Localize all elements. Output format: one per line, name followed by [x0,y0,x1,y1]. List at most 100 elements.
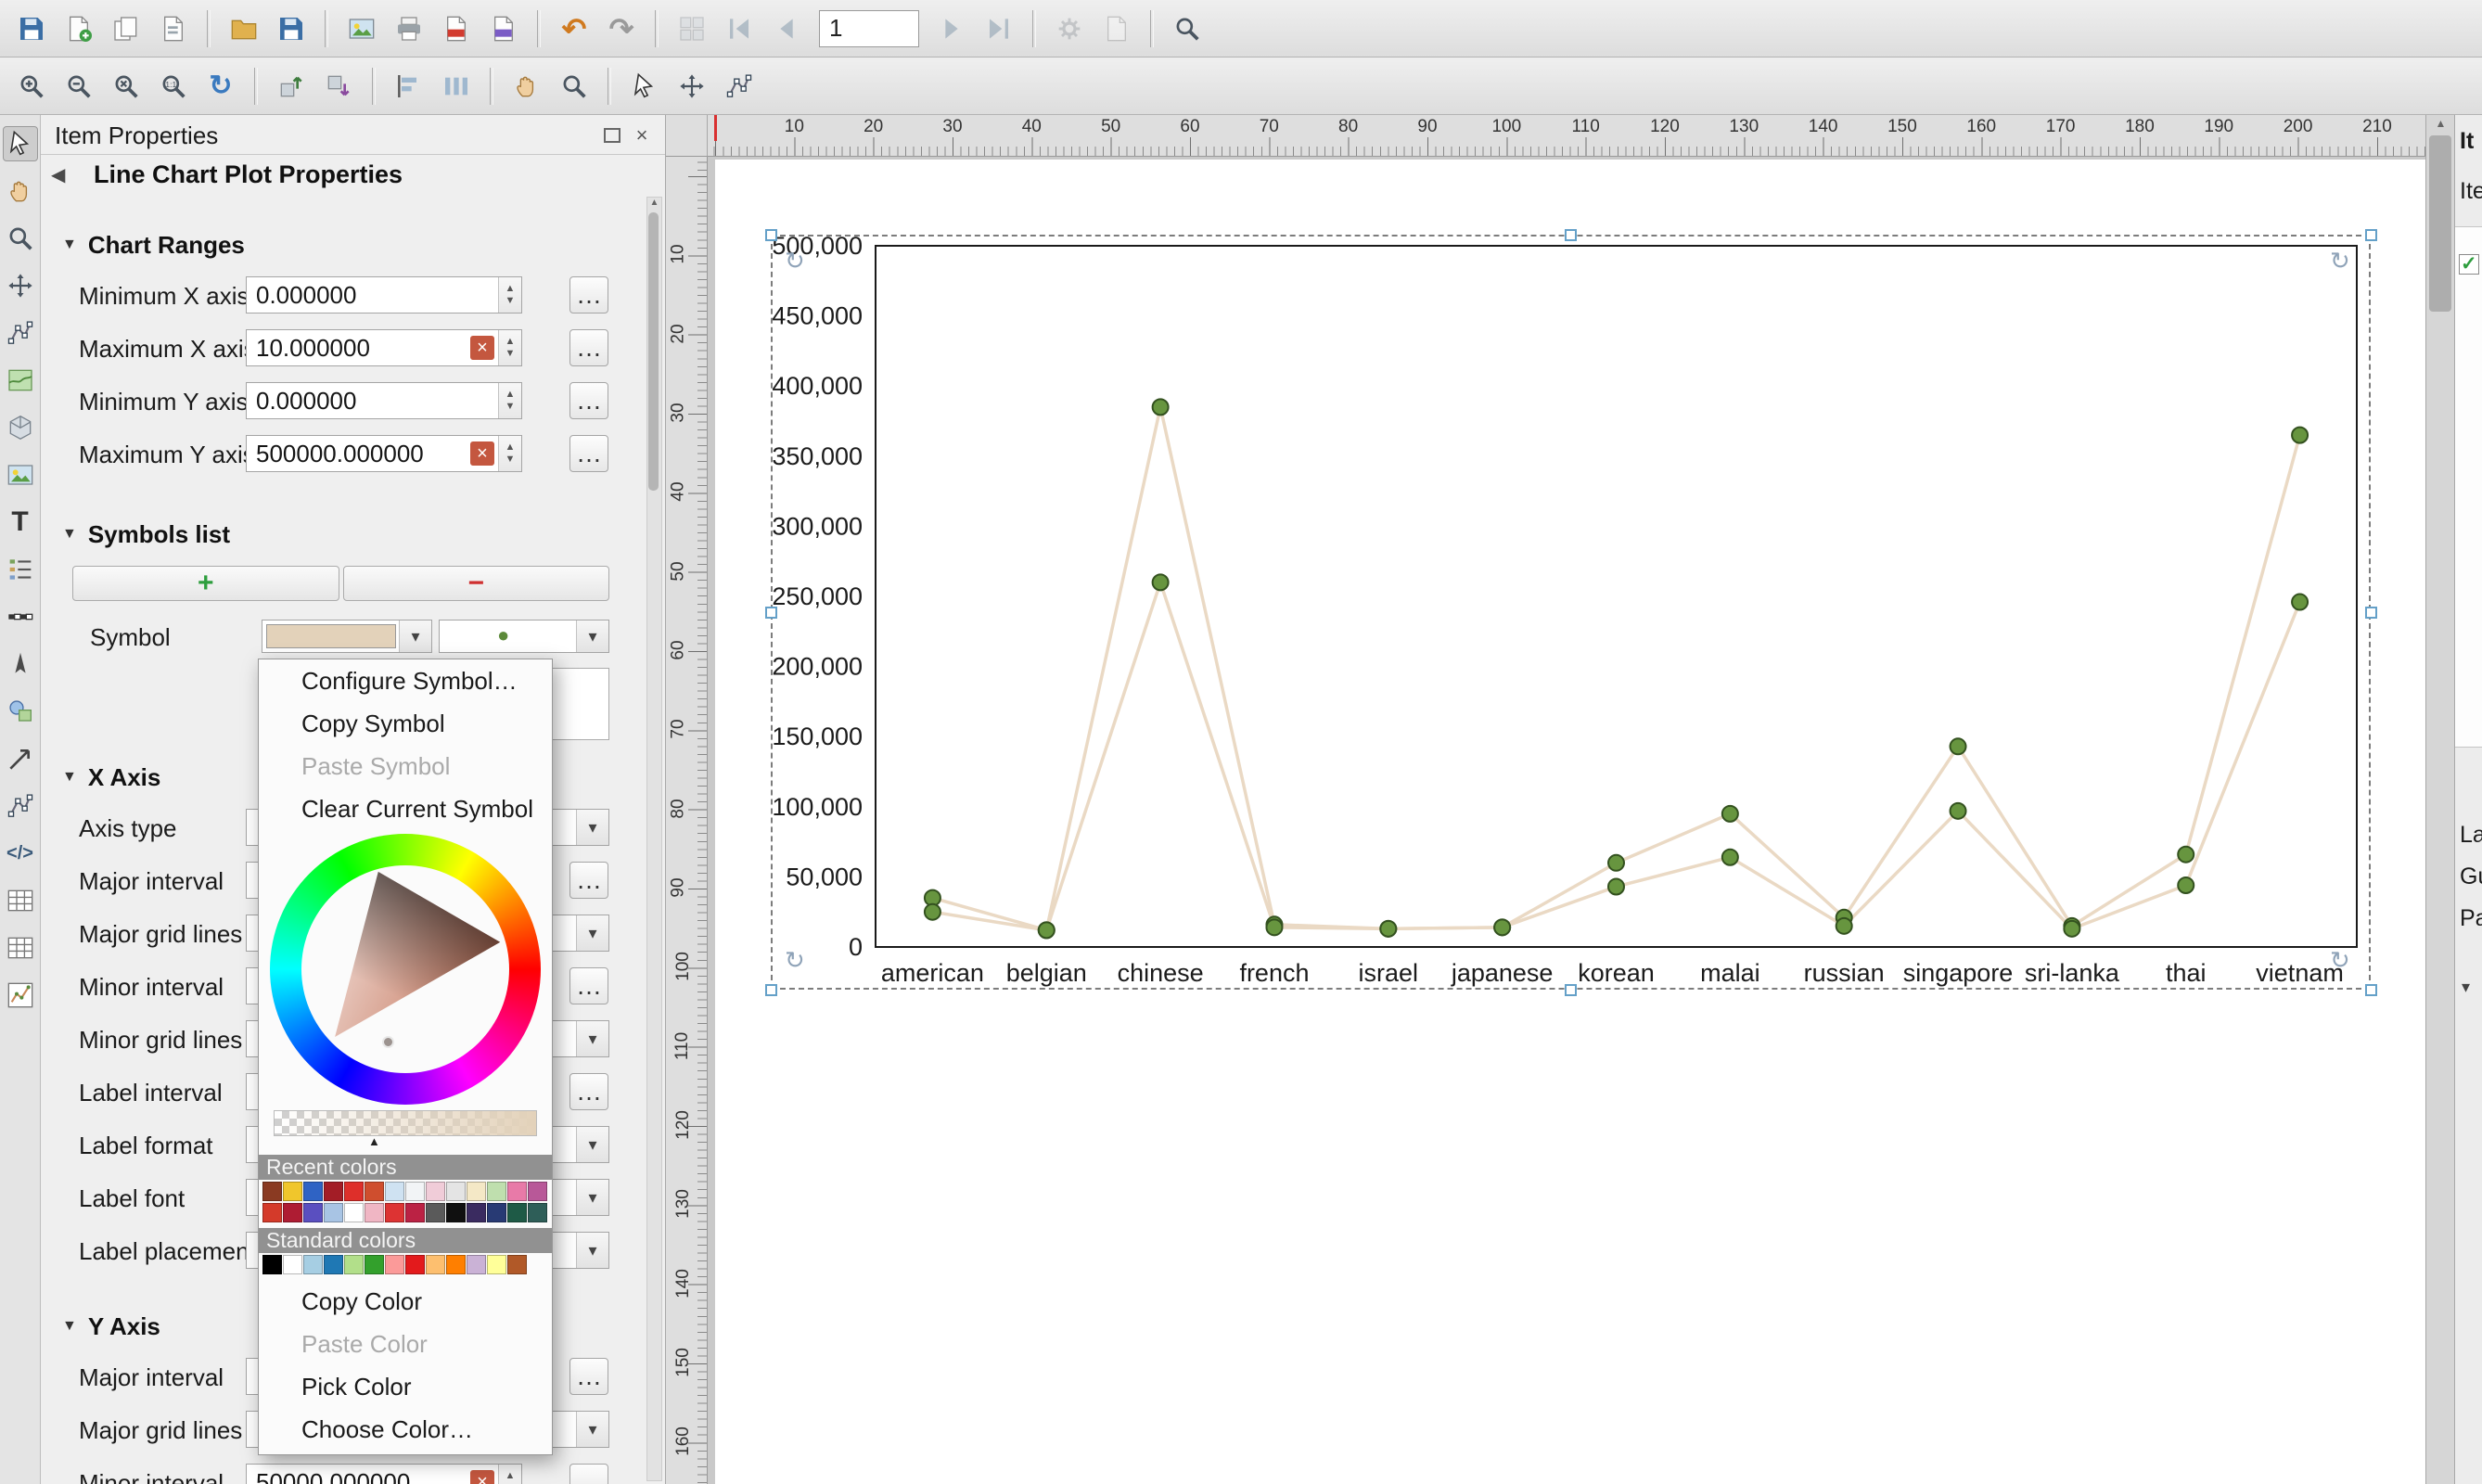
color-swatch[interactable] [303,1182,323,1201]
add-fixed-table-button[interactable] [3,930,38,966]
canvas-vertical-scrollbar[interactable]: ▲ [2425,115,2455,1484]
color-swatch[interactable] [344,1203,364,1222]
add-symbol-button[interactable]: + [72,566,339,601]
duplicate-layout-button[interactable] [104,6,148,51]
gradient-slider-marker[interactable]: ▲ [368,1136,552,1149]
clear-current-symbol-menu-item[interactable]: Clear Current Symbol [259,787,552,830]
color-swatch[interactable] [365,1182,384,1201]
color-swatch[interactable] [262,1203,282,1222]
color-swatch[interactable] [283,1203,302,1222]
stepper-arrows-icon[interactable]: ▲▼ [498,436,521,471]
undo-button[interactable]: ↶ [552,6,596,51]
selection-handle[interactable] [765,229,777,241]
data-defined-override-button[interactable]: … [569,1073,608,1110]
color-swatch[interactable] [365,1203,384,1222]
print-button[interactable] [387,6,431,51]
selection-handle[interactable] [2365,229,2377,241]
rotate-handle-icon[interactable]: ↻ [785,948,805,972]
select-move-item-button[interactable] [3,126,38,161]
maximum-x-axis-spinbox[interactable]: 10.000000×▲▼ [246,329,522,366]
data-defined-override-button[interactable]: … [569,1464,608,1484]
layout-manager-button[interactable] [151,6,196,51]
color-wheel[interactable] [270,834,541,1105]
clear-value-icon[interactable]: × [470,1470,494,1484]
atlas-settings-button[interactable] [1047,6,1092,51]
panel-scrollbar[interactable]: ▲ [646,197,662,1481]
data-defined-override-button[interactable]: … [569,329,608,366]
zoom-button[interactable] [552,64,596,109]
color-swatch[interactable] [303,1203,323,1222]
color-swatch[interactable] [467,1182,486,1201]
save-project-button[interactable] [9,6,54,51]
configure-symbol-menu-item[interactable]: Configure Symbol… [259,659,552,702]
align-items-button[interactable] [387,64,431,109]
item-selection-outline[interactable] [771,235,2371,990]
export-image-button[interactable] [339,6,384,51]
clear-value-icon[interactable]: × [470,336,494,360]
choose-color-menu-item[interactable]: Choose Color… [259,1408,552,1451]
symbol-marker-dropdown[interactable]: ●▾ [439,620,609,653]
data-defined-override-button[interactable]: … [569,1358,608,1395]
zoom-in-button[interactable] [9,64,54,109]
color-swatch[interactable] [385,1182,404,1201]
selection-handle[interactable] [2365,607,2377,619]
data-defined-override-button[interactable]: … [569,276,608,313]
selection-handle[interactable] [765,607,777,619]
minimum-x-axis-spinbox[interactable]: 0.000000▲▼ [246,276,522,313]
color-swatch[interactable] [426,1255,445,1274]
clear-value-icon[interactable]: × [470,441,494,466]
add-3d-map-button[interactable] [3,410,38,445]
color-swatch[interactable] [426,1182,445,1201]
color-swatch[interactable] [467,1255,486,1274]
selection-handle[interactable] [1565,984,1577,996]
add-plot-button[interactable] [3,978,38,1013]
close-panel-icon[interactable]: × [630,123,654,147]
selection-handle[interactable] [1565,229,1577,241]
selection-handle[interactable] [2365,984,2377,996]
refresh-button[interactable]: ↻ [198,64,243,109]
stepper-arrows-icon[interactable]: ▲▼ [498,1465,521,1484]
scrollbar-thumb[interactable] [2429,135,2451,312]
copy-color-menu-item[interactable]: Copy Color [259,1280,552,1323]
add-picture-button[interactable] [3,457,38,493]
pick-color-menu-item[interactable]: Pick Color [259,1365,552,1408]
move-item-content-button[interactable] [670,64,714,109]
lower-items-button[interactable] [316,64,361,109]
color-swatch[interactable] [507,1182,527,1201]
save-template-button[interactable] [269,6,313,51]
add-arrow-button[interactable] [3,741,38,776]
color-swatch[interactable] [365,1255,384,1274]
color-swatch[interactable] [487,1203,506,1222]
redo-button[interactable]: ↷ [599,6,644,51]
color-swatch[interactable] [446,1255,466,1274]
add-attribute-table-button[interactable] [3,883,38,918]
select-move-item-button[interactable] [622,64,667,109]
color-swatch[interactable] [405,1182,425,1201]
color-swatch[interactable] [303,1255,323,1274]
copy-symbol-menu-item[interactable]: Copy Symbol [259,702,552,745]
add-html-button[interactable]: </> [3,836,38,871]
color-swatch[interactable] [467,1203,486,1222]
color-swatch[interactable] [385,1203,404,1222]
selection-handle[interactable] [765,984,777,996]
minor-interval-spinbox[interactable]: 50000.000000×▲▼ [246,1464,522,1484]
color-swatch[interactable] [324,1203,343,1222]
color-swatch[interactable] [385,1255,404,1274]
color-swatch[interactable] [446,1203,466,1222]
add-shape-button[interactable] [3,694,38,729]
color-swatch[interactable] [324,1255,343,1274]
add-legend-button[interactable] [3,552,38,587]
color-swatch[interactable] [344,1255,364,1274]
color-swatch[interactable] [487,1255,506,1274]
load-template-button[interactable] [222,6,266,51]
zoom-button[interactable] [3,221,38,256]
color-swatch[interactable] [324,1182,343,1201]
maximum-y-axis-spinbox[interactable]: 500000.000000×▲▼ [246,435,522,472]
data-defined-override-button[interactable]: … [569,435,608,472]
distribute-items-button[interactable] [434,64,479,109]
edit-nodes-item-button[interactable] [717,64,761,109]
raise-items-button[interactable] [269,64,313,109]
color-swatch[interactable] [283,1182,302,1201]
rotate-handle-icon[interactable]: ↻ [2330,249,2350,273]
item-visibility-checkbox[interactable]: ✓ [2459,254,2479,275]
